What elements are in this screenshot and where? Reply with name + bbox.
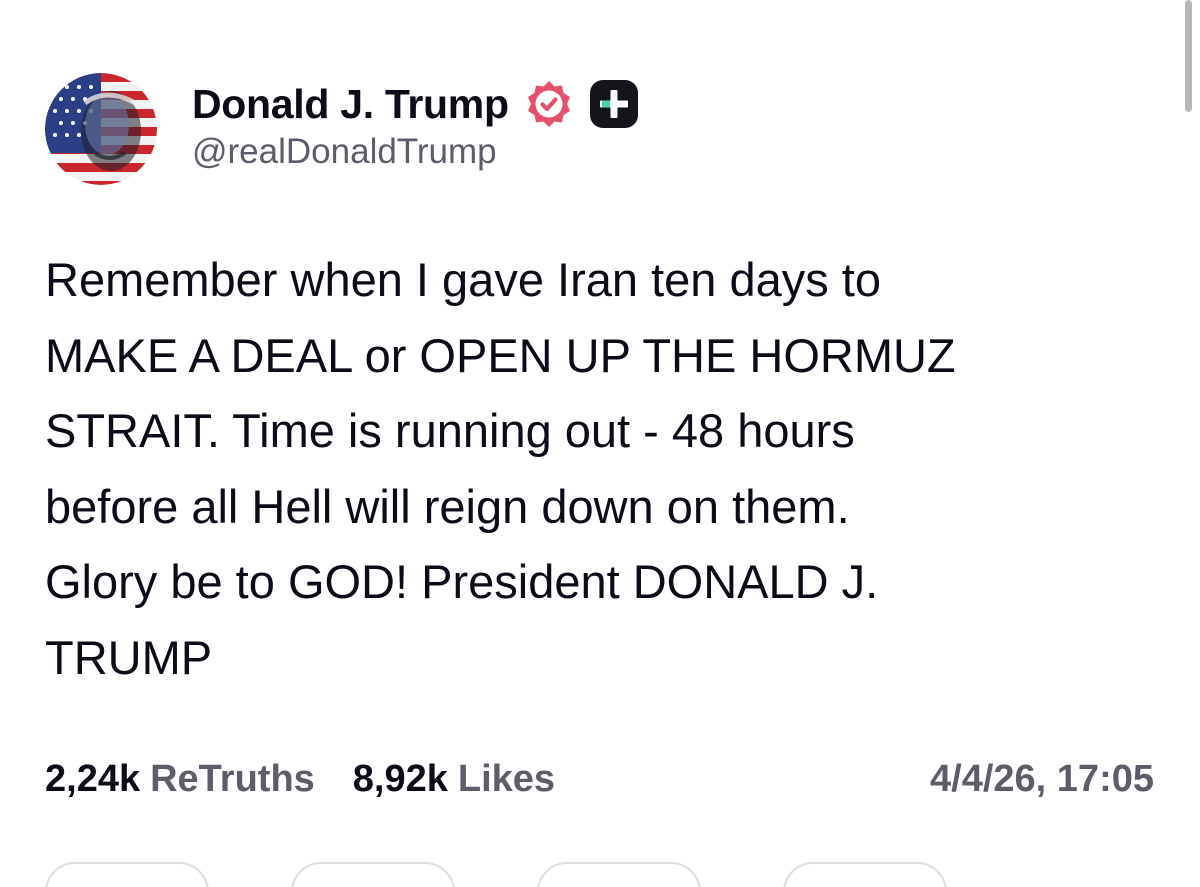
name-row: Donald J. Trump — [192, 78, 639, 130]
scrollbar[interactable] — [1185, 0, 1192, 112]
retruth-button[interactable] — [291, 862, 455, 887]
action-row — [45, 862, 947, 887]
handle[interactable]: @realDonaldTrump — [192, 132, 639, 172]
post-timestamp: 4/4/26, 17:05 — [930, 758, 1154, 800]
retruths-count: 2,24k — [45, 758, 141, 800]
verified-badge-icon — [527, 81, 570, 127]
likes-label: Likes — [457, 758, 556, 800]
avatar-image — [45, 73, 157, 185]
like-button[interactable] — [537, 862, 701, 887]
post-stats: 2,24k ReTruths 8,92k Likes 4/4/26, 17:05 — [45, 758, 1154, 801]
retruths-stat[interactable]: 2,24k ReTruths — [45, 758, 315, 801]
post-text: Remember when I gave Iran ten days to MA… — [45, 253, 956, 684]
likes-count: 8,92k — [352, 758, 448, 800]
post-header: Donald J. Trump @realDonaldTrump — [45, 73, 639, 185]
likes-stat[interactable]: 8,92k Likes — [353, 758, 555, 801]
reply-button[interactable] — [45, 862, 209, 887]
share-button[interactable] — [783, 862, 947, 887]
truth-post: Donald J. Trump @realDonaldTrump Remembe… — [0, 0, 1200, 887]
plus-badge-icon[interactable] — [589, 79, 639, 129]
author-identity: Donald J. Trump @realDonaldTrump — [192, 78, 639, 172]
display-name[interactable]: Donald J. Trump — [192, 81, 509, 128]
avatar[interactable] — [45, 73, 157, 185]
retruths-label: ReTruths — [150, 758, 315, 800]
